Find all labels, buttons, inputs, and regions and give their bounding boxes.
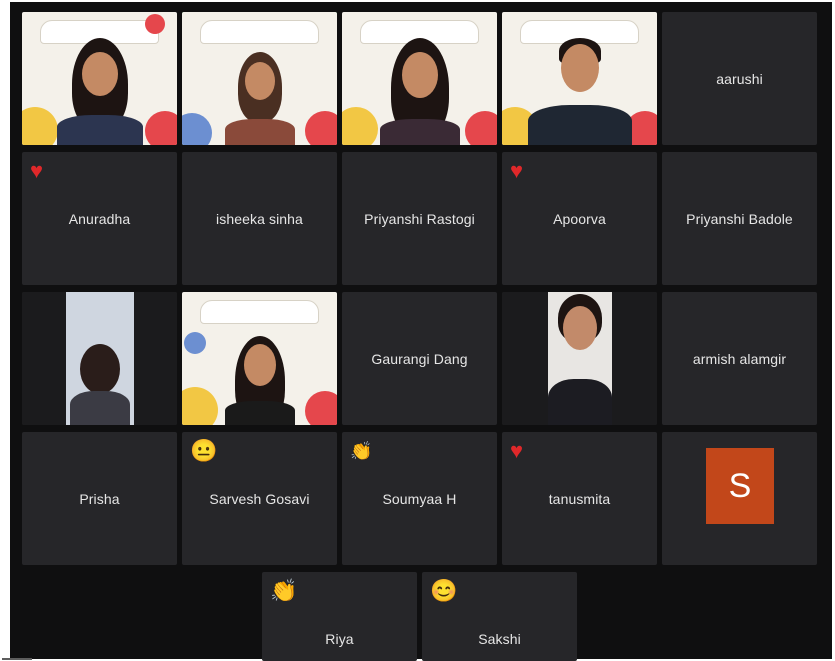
video-feed bbox=[502, 292, 657, 425]
participant-tile-prisha[interactable]: Prisha bbox=[22, 432, 177, 565]
video-feed bbox=[22, 292, 177, 425]
participant-tile-video-2[interactable] bbox=[182, 12, 337, 145]
window-edge-marker bbox=[2, 658, 32, 660]
heart-icon: ♥ bbox=[30, 158, 44, 183]
heart-icon: ♥ bbox=[510, 158, 524, 183]
participant-name: Priyanshi Rastogi bbox=[364, 210, 475, 227]
participant-tile-tanusmita[interactable]: ♥ tanusmita bbox=[502, 432, 657, 565]
video-grid: aarushi ♥ Anuradha isheeka sinha Priyans… bbox=[10, 2, 832, 661]
participant-tile-apoorva[interactable]: ♥ Apoorva bbox=[502, 152, 657, 285]
participant-name: tanusmita bbox=[548, 490, 611, 507]
participant-name: armish alamgir bbox=[692, 350, 787, 367]
participant-tile-armish-alamgir[interactable]: armish alamgir bbox=[662, 292, 817, 425]
participant-tile-priyanshi-rastogi[interactable]: Priyanshi Rastogi bbox=[342, 152, 497, 285]
clap-emoji-icon: 👏 bbox=[350, 441, 373, 461]
video-feed bbox=[22, 12, 177, 145]
smile-emoji-icon: 😊 bbox=[430, 578, 458, 603]
participant-name: Soumyaa H bbox=[382, 490, 457, 507]
participant-name: Anuradha bbox=[68, 210, 131, 227]
event-banner-frame bbox=[200, 20, 319, 44]
participant-name: aarushi bbox=[716, 70, 763, 87]
participant-tile-sakshi[interactable]: 😊 Sakshi bbox=[422, 572, 577, 661]
participant-tile-anuradha[interactable]: ♥ Anuradha bbox=[22, 152, 177, 285]
participant-name: Prisha bbox=[79, 490, 120, 507]
participant-tile-soumyaa-h[interactable]: 👏 Soumyaa H bbox=[342, 432, 497, 565]
participant-name: Apoorva bbox=[553, 210, 606, 227]
participant-tile-video-6[interactable] bbox=[182, 292, 337, 425]
clap-emoji-icon: 👏 bbox=[270, 578, 298, 603]
video-feed bbox=[502, 12, 657, 145]
participant-tile-priyanshi-badole[interactable]: Priyanshi Badole bbox=[662, 152, 817, 285]
participant-tile-video-3[interactable] bbox=[342, 12, 497, 145]
participant-name: Gaurangi Dang bbox=[371, 350, 468, 367]
participant-tile-video-1[interactable] bbox=[22, 12, 177, 145]
participant-tile-gaurangi-dang[interactable]: Gaurangi Dang bbox=[342, 292, 497, 425]
video-feed bbox=[182, 12, 337, 145]
participant-name: Sarvesh Gosavi bbox=[209, 490, 310, 507]
video-feed bbox=[182, 292, 337, 425]
participant-tile-video-5[interactable] bbox=[22, 292, 177, 425]
participant-name: Sakshi bbox=[478, 631, 521, 647]
participant-name: Riya bbox=[325, 631, 354, 647]
participant-tile-riya[interactable]: 👏 Riya bbox=[262, 572, 417, 661]
video-feed bbox=[342, 12, 497, 145]
heart-icon: ♥ bbox=[510, 438, 524, 463]
participant-name: isheeka sinha bbox=[216, 210, 303, 227]
participant-tile-isheeka-sinha[interactable]: isheeka sinha bbox=[182, 152, 337, 285]
participant-tile-sarvesh-gosavi[interactable]: 😐 Sarvesh Gosavi bbox=[182, 432, 337, 565]
participant-tile-video-7[interactable] bbox=[502, 292, 657, 425]
participant-name: Priyanshi Badole bbox=[686, 210, 793, 227]
neutral-face-emoji-icon: 😐 bbox=[190, 438, 218, 463]
event-banner-frame bbox=[200, 300, 319, 324]
avatar: S bbox=[706, 448, 774, 524]
participant-tile-s-avatar[interactable]: S bbox=[662, 432, 817, 565]
participant-tile-aarushi[interactable]: aarushi bbox=[662, 12, 817, 145]
participant-tile-video-4[interactable] bbox=[502, 12, 657, 145]
